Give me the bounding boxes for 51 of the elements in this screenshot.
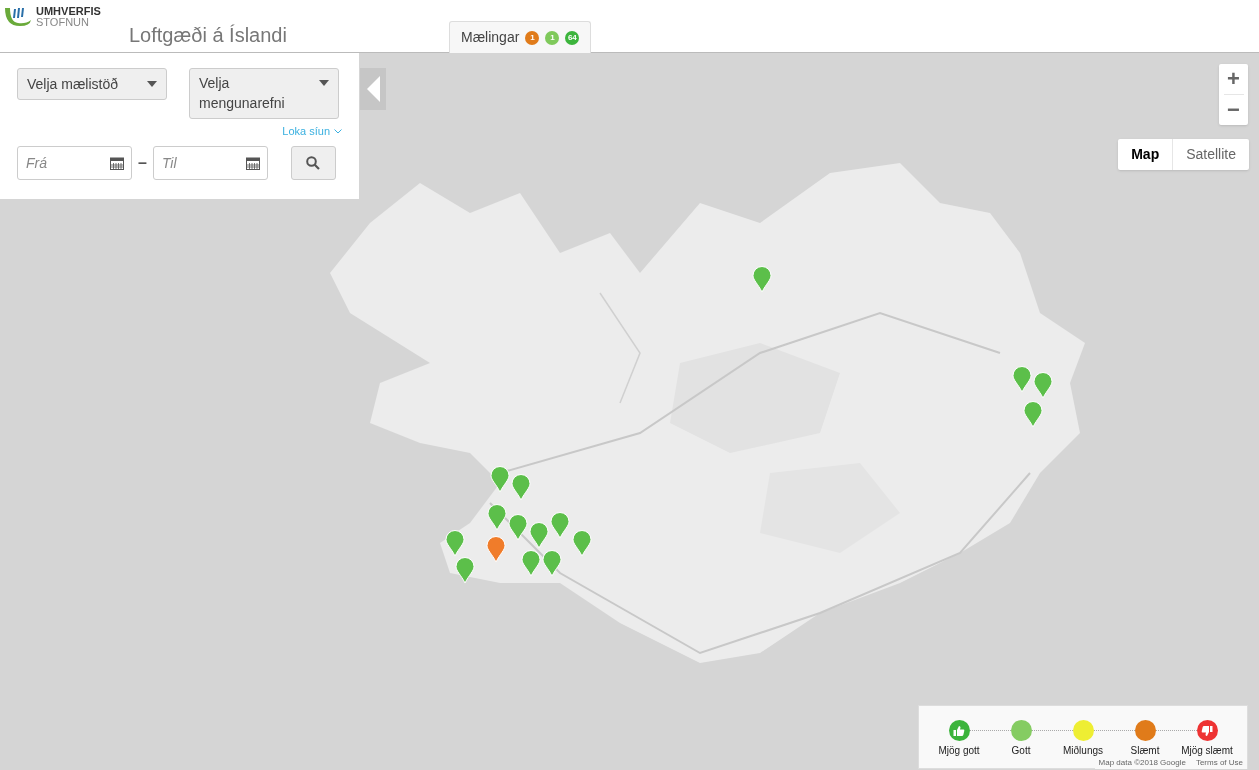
map-pin-icon[interactable]	[490, 466, 510, 493]
rating-label: Miðlungs	[1063, 744, 1103, 758]
pollutant-select[interactable]: Velja mengunarefni	[189, 68, 339, 119]
caret-icon	[319, 80, 329, 86]
date-range-dash: –	[138, 152, 147, 173]
map-pin-icon[interactable]	[1012, 366, 1032, 393]
map-type-button[interactable]: Satellite	[1172, 139, 1249, 170]
rating-label: Mjög slæmt	[1181, 744, 1233, 758]
rating-label: Slæmt	[1130, 744, 1160, 758]
to-date-field[interactable]: Til	[152, 145, 268, 180]
rating-label: Gott	[1011, 744, 1031, 758]
collapse-panel-button[interactable]	[360, 68, 386, 110]
map-pin-icon[interactable]	[529, 522, 549, 549]
map-pin-icon[interactable]	[550, 512, 570, 539]
map-type-button[interactable]: Map	[1118, 139, 1173, 170]
map-pin-icon[interactable]	[1023, 401, 1043, 428]
calendar-icon	[245, 155, 260, 170]
map-pin-icon[interactable]	[486, 536, 506, 563]
logo-subtext: STOFNUN	[36, 17, 90, 28]
chevron-down-icon	[334, 128, 342, 134]
rating-label: Mjög gott	[938, 744, 980, 758]
map-pin-icon[interactable]	[572, 530, 592, 557]
page-title: Loftgæði á Íslandi	[129, 23, 287, 48]
arrow-left-icon	[366, 76, 380, 102]
terms-link[interactable]: Terms of Use	[1195, 757, 1243, 769]
calendar-icon	[110, 155, 124, 170]
thumbs-down-icon	[1201, 724, 1213, 737]
map-pin-icon[interactable]	[445, 530, 465, 557]
map-pin-icon[interactable]	[487, 504, 507, 531]
map-pin-icon[interactable]	[521, 550, 541, 577]
tab[interactable]: Mælingar 1 1 64	[449, 21, 592, 54]
map-pin-icon[interactable]	[508, 514, 528, 541]
map-attribution: Map data ©2018 Google	[1098, 757, 1186, 769]
map-pin-icon[interactable]	[511, 474, 531, 501]
zoom-out-button[interactable]: −	[1219, 95, 1248, 125]
map-pin-icon[interactable]	[752, 266, 772, 293]
search-button[interactable]	[290, 145, 336, 180]
from-date-field[interactable]: Frá	[17, 145, 132, 180]
station-select[interactable]: Velja mælistöð	[17, 68, 167, 100]
thumbs-up-icon	[953, 724, 965, 737]
zoom-in-button[interactable]: +	[1219, 64, 1248, 94]
map-pin-icon[interactable]	[1033, 372, 1053, 399]
count-badge: 64	[565, 30, 580, 45]
map-pin-icon[interactable]	[455, 557, 475, 584]
caret-icon	[147, 81, 157, 87]
count-badge: 1	[525, 30, 540, 45]
search-icon	[306, 155, 321, 170]
logo-icon	[4, 6, 32, 28]
logo-text: UMHVERFIS	[36, 6, 101, 17]
count-badge: 1	[545, 30, 560, 45]
map-pin-icon[interactable]	[542, 550, 562, 577]
